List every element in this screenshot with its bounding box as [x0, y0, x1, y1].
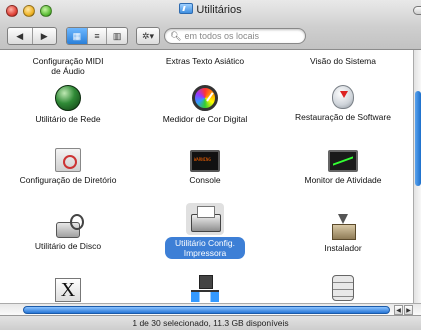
item-server[interactable] [278, 275, 408, 301]
action-button[interactable]: ✲▾ [137, 28, 159, 44]
selection-highlight [186, 203, 224, 235]
console-icon [190, 150, 220, 172]
back-arrow-icon: ◀ [16, 30, 24, 41]
right-arrow-icon: ▶ [406, 307, 411, 314]
item-label: Configuração MIDI de Áudio [32, 56, 104, 76]
item-label: Restauração de Software [295, 112, 391, 122]
scroll-left-button[interactable]: ◀ [394, 305, 403, 315]
action-menu-button[interactable]: ✲▾ [136, 27, 160, 45]
status-bar: 1 de 30 selecionado, 11.3 GB disponíveis [0, 315, 421, 330]
window-title: Utilitários [196, 4, 242, 16]
scroll-right-button[interactable]: ▶ [404, 305, 413, 315]
finder-window: Utilitários ◀ ▶ ▦ ≡ ▥ ✲▾ 🔍︎ em todos os … [0, 0, 421, 330]
icon-grid: Configuração MIDI de Áudio Extras Texto … [0, 50, 413, 303]
item-label: Instalador [324, 243, 362, 253]
network-utility-icon [55, 85, 81, 111]
utilities-folder-icon [179, 3, 194, 14]
item-color-meter[interactable]: Medidor de Cor Digital [140, 85, 270, 125]
item-midi[interactable]: Configuração MIDI de Áudio [3, 53, 133, 77]
icon-view-button[interactable]: ▦ [67, 28, 88, 44]
search-icon: 🔍︎ [170, 30, 182, 41]
column-view-icon: ▥ [112, 30, 122, 41]
item-software-restore[interactable]: Restauração de Software [278, 85, 408, 123]
icon-view-icon: ▦ [72, 30, 82, 41]
item-label: Visão do Sistema [310, 56, 376, 66]
item-activity-monitor[interactable]: Monitor de Atividade [278, 150, 408, 186]
vertical-scrollbar[interactable] [413, 50, 421, 303]
item-label: Utilitário de Disco [34, 241, 102, 251]
item-asian-text[interactable]: Extras Texto Asiático [140, 53, 270, 67]
item-system-profiler[interactable]: Visão do Sistema [278, 53, 408, 67]
printer-setup-icon [189, 206, 221, 232]
activity-monitor-icon [328, 150, 358, 172]
list-view-icon: ≡ [94, 31, 100, 41]
item-x11[interactable]: X [3, 278, 133, 302]
horizontal-scrollbar[interactable]: ◀ ▶ [0, 303, 421, 315]
item-label: Console [189, 175, 221, 185]
status-text: 1 de 30 selecionado, 11.3 GB disponíveis [132, 318, 289, 328]
item-disk-utility[interactable]: Utilitário de Disco [3, 214, 133, 252]
item-label: Utilitário Config. Impressora [165, 237, 245, 259]
item-label: Medidor de Cor Digital [162, 114, 248, 124]
search-field[interactable]: 🔍︎ [164, 28, 306, 44]
horizontal-scroll-thumb[interactable] [23, 306, 390, 314]
back-button[interactable]: ◀ [8, 28, 33, 44]
forward-arrow-icon: ▶ [40, 30, 48, 41]
forward-button[interactable]: ▶ [33, 28, 57, 44]
item-directory-access[interactable]: Configuração de Diretório [3, 148, 133, 186]
installer-icon [330, 214, 356, 240]
search-input[interactable] [184, 31, 295, 41]
item-label: Monitor de Atividade [304, 175, 382, 185]
disk-utility-icon [54, 214, 84, 238]
title-bar: Utilitários ◀ ▶ ▦ ≡ ▥ ✲▾ 🔍︎ em todos os … [0, 0, 421, 50]
color-meter-icon [192, 85, 218, 111]
item-printer-setup[interactable]: Utilitário Config. Impressora [140, 203, 270, 259]
view-buttons: ▦ ≡ ▥ [66, 27, 128, 45]
x11-icon: X [55, 278, 81, 302]
item-installer[interactable]: Instalador [278, 214, 408, 254]
item-label: Utilitário de Rede [35, 114, 101, 124]
navigation-buttons: ◀ ▶ [7, 27, 57, 45]
item-label: Extras Texto Asiático [165, 56, 245, 66]
left-arrow-icon: ◀ [396, 307, 401, 314]
item-label: Configuração de Diretório [19, 175, 117, 185]
vertical-scroll-thumb[interactable] [415, 91, 421, 186]
item-netinfo-manager[interactable] [140, 275, 270, 302]
toolbar-toggle-button[interactable] [413, 6, 421, 15]
server-icon [332, 275, 354, 301]
item-console[interactable]: Console [140, 150, 270, 186]
item-network-utility[interactable]: Utilitário de Rede [3, 85, 133, 125]
software-restore-icon [332, 85, 354, 109]
gear-icon: ✲▾ [141, 30, 155, 41]
column-view-button[interactable]: ▥ [107, 28, 127, 44]
list-view-button[interactable]: ≡ [88, 28, 108, 44]
directory-access-icon [55, 148, 81, 172]
netinfo-manager-icon [191, 275, 219, 302]
window-title-area: Utilitários [0, 3, 421, 16]
